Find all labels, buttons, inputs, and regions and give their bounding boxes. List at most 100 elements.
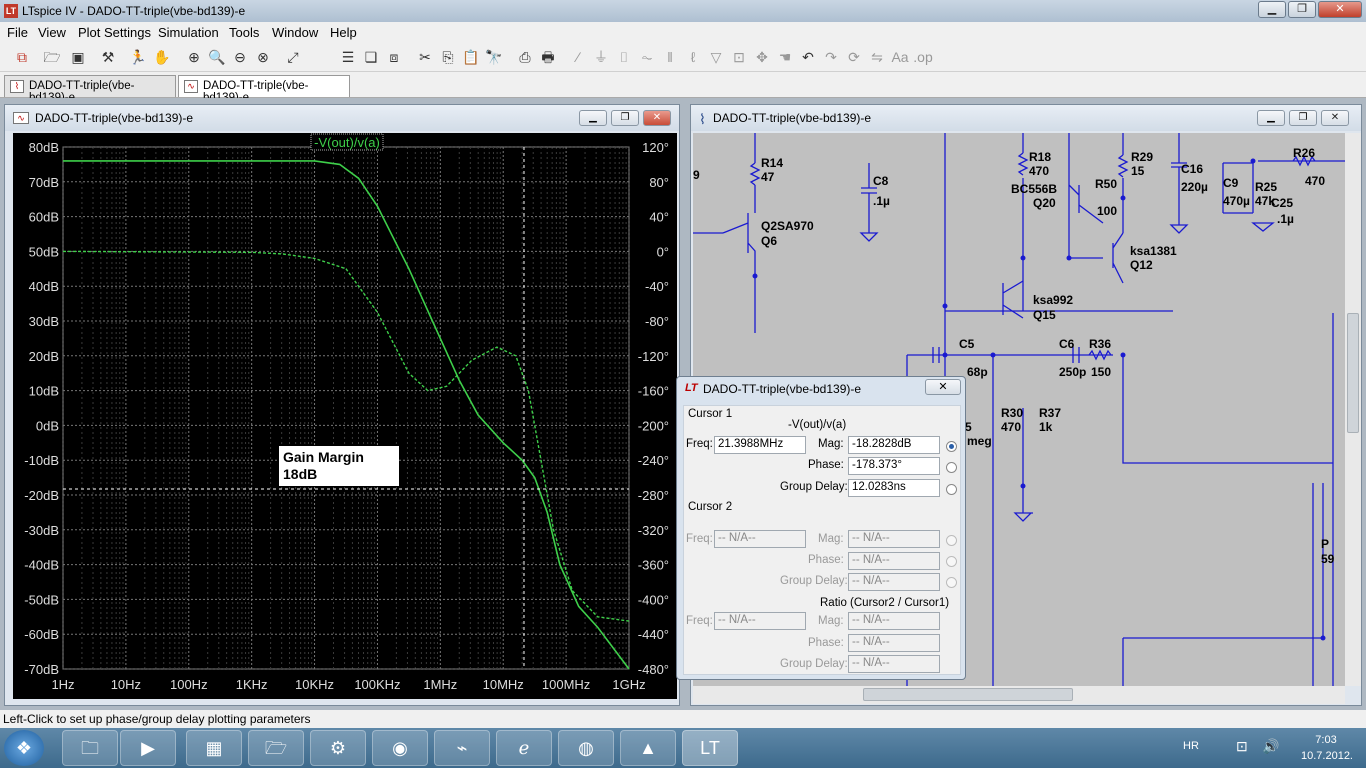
ground-icon[interactable]: ⏚: [591, 47, 611, 67]
cursor1-mag-field[interactable]: -18.2828dB: [848, 436, 940, 454]
ie-taskbar-icon[interactable]: ℯ: [496, 730, 552, 766]
phase-radio[interactable]: [946, 462, 957, 473]
child-restore-button[interactable]: ❐: [1289, 110, 1317, 126]
schematic-label: Q12: [1130, 258, 1153, 272]
redo-icon[interactable]: ↷: [821, 47, 841, 67]
open-folder-icon[interactable]: 🗁: [42, 47, 62, 67]
pdf-taskbar-icon[interactable]: ▲: [620, 730, 676, 766]
open-icon[interactable]: ⧉: [12, 47, 32, 67]
move-icon[interactable]: ✥: [752, 47, 772, 67]
horizontal-scrollbar[interactable]: [693, 686, 1345, 704]
schematic-label: C16: [1181, 162, 1203, 176]
start-button[interactable]: ❖: [4, 730, 44, 766]
folder-taskbar-icon[interactable]: 🗁: [248, 730, 304, 766]
cursor2-group-delay-field: -- N/A--: [848, 573, 940, 591]
resistor-icon[interactable]: ⏦: [637, 47, 657, 67]
print-icon[interactable]: 🖶: [538, 47, 558, 67]
zoom-in-icon[interactable]: ⊕: [184, 47, 204, 67]
text-icon[interactable]: Aa: [890, 47, 910, 67]
x-tick-label: 1KHz: [236, 677, 268, 692]
group-delay-label: Group Delay:: [780, 481, 848, 493]
diode-icon[interactable]: ▽: [706, 47, 726, 67]
spice-directive-icon[interactable]: .op: [913, 47, 933, 67]
rotate-icon[interactable]: ⟳: [844, 47, 864, 67]
menu-simulation[interactable]: Simulation: [158, 25, 219, 40]
schematic-label: 220µ: [1181, 180, 1208, 194]
component-icon[interactable]: ⊡: [729, 47, 749, 67]
cursor1-phase-field[interactable]: -178.373°: [848, 457, 940, 475]
schematic-window-titlebar: ⌇ DADO-TT-triple(vbe-bd139)-e ▁ ❐ ✕: [691, 105, 1361, 131]
cut-icon[interactable]: ✂: [415, 47, 435, 67]
language-indicator[interactable]: HR: [1183, 740, 1199, 752]
explorer-taskbar-icon[interactable]: 🗀: [62, 730, 118, 766]
tab-schematic[interactable]: ⌇ DADO-TT-triple(vbe-bd139)-e: [4, 75, 176, 104]
cursor1-freq-field[interactable]: 21.3988MHz: [714, 436, 806, 454]
find-icon[interactable]: 🔭: [484, 47, 504, 67]
menu-plot-settings[interactable]: Plot Settings: [78, 25, 151, 40]
app-taskbar-icon[interactable]: ▦: [186, 730, 242, 766]
cursor2-mag-field: -- N/A--: [848, 530, 940, 548]
cursor2-label: Cursor 2: [688, 501, 733, 513]
menu-help[interactable]: Help: [330, 25, 357, 40]
mirror-icon[interactable]: ⇋: [867, 47, 887, 67]
copy-icon[interactable]: ⎘: [438, 47, 458, 67]
tile-horizontal-icon[interactable]: ☰: [338, 47, 358, 67]
y-left-tick-label: 60dB: [29, 210, 59, 225]
zoom-area-icon[interactable]: 🔍: [207, 47, 227, 67]
minimize-button[interactable]: ▁: [1258, 1, 1286, 18]
clock-date[interactable]: 10.7.2012.: [1296, 750, 1358, 762]
plot-pane[interactable]: 1Hz 10Hz 100Hz 1KHz 10KHz 100KHz 1MHz 10MHz 100M…: [13, 133, 677, 699]
mag-radio[interactable]: [946, 441, 957, 452]
volume-icon[interactable]: 🔊: [1262, 738, 1279, 755]
inductor-icon[interactable]: ℓ: [683, 47, 703, 67]
undo-icon[interactable]: ↶: [798, 47, 818, 67]
wire-icon[interactable]: ∕: [568, 47, 588, 67]
firefox-taskbar-icon[interactable]: ◍: [558, 730, 614, 766]
tool-taskbar-icon[interactable]: ⚙: [310, 730, 366, 766]
close-button[interactable]: ✕: [1318, 1, 1362, 18]
group-delay-radio[interactable]: [946, 484, 957, 495]
label-net-icon[interactable]: ⌷: [614, 47, 634, 67]
network-icon[interactable]: ⊡: [1236, 738, 1248, 755]
cursor1-group-delay-field[interactable]: 12.0283ns: [848, 479, 940, 497]
schematic-label: 47: [761, 170, 775, 184]
scrollbar-thumb[interactable]: [863, 688, 1073, 701]
child-close-button[interactable]: ✕: [1321, 110, 1349, 126]
menu-window[interactable]: Window: [272, 25, 318, 40]
control-panel-icon[interactable]: ⚒: [98, 47, 118, 67]
media-player-taskbar-icon[interactable]: ▶: [120, 730, 176, 766]
print-preview-icon[interactable]: ⎙: [515, 47, 535, 67]
dialog-close-button[interactable]: ✕: [925, 379, 961, 395]
burner-taskbar-icon[interactable]: ◉: [372, 730, 428, 766]
y-left-tick-label: 30dB: [29, 314, 59, 329]
x-tick-label: 10Hz: [111, 677, 141, 692]
child-minimize-button[interactable]: ▁: [579, 110, 607, 126]
zoom-out-icon[interactable]: ⊖: [230, 47, 250, 67]
ltspice-taskbar-icon[interactable]: LT: [682, 730, 738, 766]
zoom-fit-icon[interactable]: ⊗: [253, 47, 273, 67]
capacitor-icon[interactable]: ‖: [660, 47, 680, 67]
cascade-icon[interactable]: ❏: [361, 47, 381, 67]
oscilloscope-taskbar-icon[interactable]: ⌁: [434, 730, 490, 766]
schematic-label: 59: [1321, 552, 1335, 566]
schematic-label: R36: [1089, 337, 1111, 351]
child-restore-button[interactable]: ❐: [611, 110, 639, 126]
child-close-button[interactable]: ✕: [643, 110, 671, 126]
clock-time[interactable]: 7:03: [1308, 734, 1344, 746]
drag-icon[interactable]: ☚: [775, 47, 795, 67]
restore-button[interactable]: ❐: [1288, 1, 1316, 18]
menu-view[interactable]: View: [38, 25, 66, 40]
save-icon[interactable]: ▣: [68, 47, 88, 67]
paste-icon[interactable]: 📋: [461, 47, 481, 67]
scrollbar-thumb[interactable]: [1347, 313, 1359, 433]
bode-chart[interactable]: 1Hz 10Hz 100Hz 1KHz 10KHz 100KHz 1MHz 10MHz 100M…: [13, 133, 677, 699]
close-all-icon[interactable]: ⧈: [384, 47, 404, 67]
tab-waveform[interactable]: ∿ DADO-TT-triple(vbe-bd139)-e: [178, 75, 350, 104]
menu-tools[interactable]: Tools: [229, 25, 259, 40]
pan-icon[interactable]: ✋: [152, 47, 172, 67]
autorange-icon[interactable]: ⤢: [283, 47, 303, 67]
vertical-scrollbar[interactable]: [1345, 133, 1361, 686]
child-minimize-button[interactable]: ▁: [1257, 110, 1285, 126]
menu-file[interactable]: File: [7, 25, 28, 40]
run-icon[interactable]: 🏃: [128, 47, 148, 67]
